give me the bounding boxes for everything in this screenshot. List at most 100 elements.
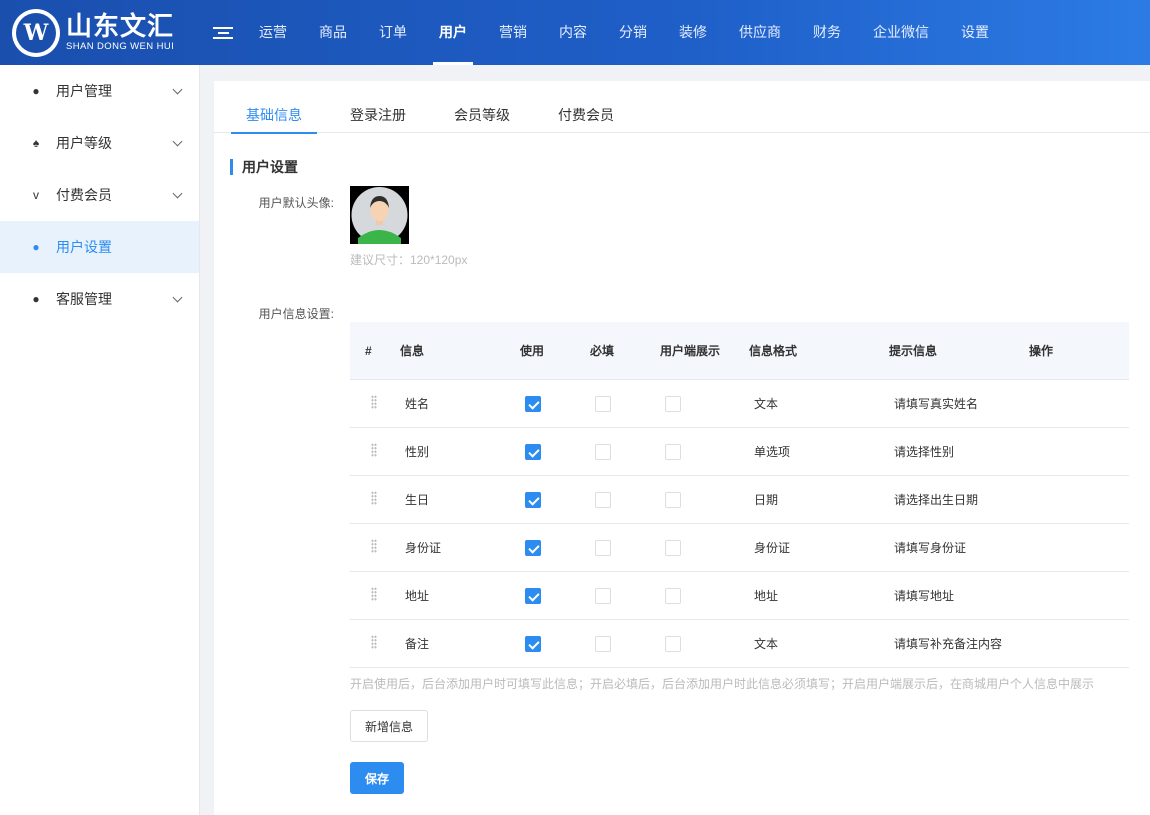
topnav-item[interactable]: 装修 <box>663 0 723 65</box>
user-info-table: # 信息 使用 必填 用户端展示 信息格式 提示信息 操作 姓名 文本 请填写真实姓… <box>350 322 1129 668</box>
top-nav: 运营 商品 订单 用户 营销 内容 分销 装修 供应商 财务 企业微信 设置 <box>243 0 1005 65</box>
info-settings-label: 用户信息设置: <box>258 307 334 321</box>
col-action: 操作 <box>1029 344 1054 358</box>
required-checkbox[interactable] <box>595 491 611 508</box>
save-button[interactable]: 保存 <box>350 762 404 794</box>
info-format: 文本 <box>754 637 779 651</box>
col-user-display: 用户端展示 <box>660 344 721 358</box>
chevron-down-icon <box>172 188 183 198</box>
topnav-item[interactable]: 供应商 <box>723 0 797 65</box>
tab[interactable]: 付费会员 <box>543 99 629 133</box>
drag-handle-icon[interactable] <box>371 395 377 409</box>
sidebar-item-label: 用户等级 <box>56 135 112 151</box>
chevron-down-icon <box>172 136 183 146</box>
chevron-down-icon <box>172 84 183 94</box>
user-display-checkbox[interactable] <box>665 539 681 556</box>
table-row: 性别 单选项 请选择性别 <box>350 428 1129 476</box>
sidebar-item[interactable]: ● 用户设置 <box>0 221 199 273</box>
sidebar-item[interactable]: ● 客服管理 <box>0 273 199 325</box>
chat-icon: ● <box>32 292 40 306</box>
table-body: 姓名 文本 请填写真实姓名 性别 单选项 请选择性别 生日 日期 请选择出生日期 身份证 身份证 请填… <box>350 380 1129 668</box>
avatar-label: 用户默认头像: <box>258 196 334 210</box>
table-row: 备注 文本 请填写补充备注内容 <box>350 620 1129 668</box>
sidebar-item[interactable]: ♠ 用户等级 <box>0 117 199 169</box>
topnav-item[interactable]: 用户 <box>423 0 483 65</box>
table-header: # 信息 使用 必填 用户端展示 信息格式 提示信息 操作 <box>350 322 1129 380</box>
chevron-down-icon <box>172 292 183 302</box>
required-checkbox[interactable] <box>595 395 611 412</box>
info-name: 性别 <box>405 445 430 459</box>
user-icon: ● <box>32 84 40 98</box>
info-tip: 请选择出生日期 <box>894 493 979 507</box>
main-panel: 基础信息 登录注册 会员等级 付费会员 用户设置 用户默认头像: 建议尺寸：120*1… <box>214 81 1150 815</box>
settings-tabs: 基础信息 登录注册 会员等级 付费会员 <box>214 99 1150 134</box>
required-checkbox[interactable] <box>595 539 611 556</box>
required-checkbox[interactable] <box>595 587 611 604</box>
use-checkbox[interactable] <box>525 635 541 652</box>
info-tip: 请填写补充备注内容 <box>894 637 1003 651</box>
col-format: 信息格式 <box>749 344 798 358</box>
use-checkbox[interactable] <box>525 443 541 460</box>
topnav-item[interactable]: 内容 <box>543 0 603 65</box>
drag-handle-icon[interactable] <box>371 539 377 553</box>
user-display-checkbox[interactable] <box>665 395 681 412</box>
palette-icon: ● <box>32 240 40 254</box>
use-checkbox[interactable] <box>525 395 541 412</box>
user-display-checkbox[interactable] <box>665 635 681 652</box>
user-display-checkbox[interactable] <box>665 587 681 604</box>
topnav-item[interactable]: 分销 <box>603 0 663 65</box>
rank-icon: ♠ <box>32 136 40 150</box>
use-checkbox[interactable] <box>525 539 541 556</box>
table-row: 身份证 身份证 请填写身份证 <box>350 524 1129 572</box>
user-display-checkbox[interactable] <box>665 491 681 508</box>
topnav-item[interactable]: 运营 <box>243 0 303 65</box>
topnav-item[interactable]: 设置 <box>945 0 1005 65</box>
tab[interactable]: 会员等级 <box>439 99 525 133</box>
sidebar-item[interactable]: ● 用户管理 <box>0 65 199 117</box>
logo-mark-icon: W <box>12 8 60 57</box>
vip-icon: v <box>33 188 39 202</box>
topnav-item[interactable]: 营销 <box>483 0 543 65</box>
info-format: 日期 <box>754 493 779 507</box>
logo-title: 山东文汇 <box>66 11 175 42</box>
info-name: 身份证 <box>405 541 442 555</box>
sidebar-item[interactable]: v 付费会员 <box>0 169 199 221</box>
col-tip: 提示信息 <box>889 344 938 358</box>
drag-handle-icon[interactable] <box>371 587 377 601</box>
col-required: 必填 <box>590 344 615 358</box>
info-tip: 请选择性别 <box>894 445 955 459</box>
info-tip: 请填写身份证 <box>894 541 967 555</box>
user-display-checkbox[interactable] <box>665 443 681 460</box>
table-note: 开启使用后，后台添加用户时可填写此信息；开启必填后，后台添加用户时此信息必须填写… <box>350 677 1095 691</box>
table-row: 地址 地址 请填写地址 <box>350 572 1129 620</box>
use-checkbox[interactable] <box>525 587 541 604</box>
topnav-item[interactable]: 财务 <box>797 0 857 65</box>
drag-handle-icon[interactable] <box>371 443 377 457</box>
brand-logo[interactable]: W 山东文汇 SHAN DONG WEN HUI <box>0 0 200 65</box>
topnav-item[interactable]: 订单 <box>363 0 423 65</box>
drag-handle-icon[interactable] <box>371 491 377 505</box>
topnav-item[interactable]: 商品 <box>303 0 363 65</box>
info-format: 文本 <box>754 397 779 411</box>
info-name: 备注 <box>405 637 430 651</box>
info-tip: 请填写真实姓名 <box>894 397 979 411</box>
sidebar-item-label: 付费会员 <box>56 187 112 203</box>
menu-collapse-icon[interactable] <box>213 24 233 42</box>
required-checkbox[interactable] <box>595 635 611 652</box>
info-name: 地址 <box>405 589 430 603</box>
col-index: # <box>365 343 372 358</box>
tab[interactable]: 基础信息 <box>231 99 317 134</box>
tab[interactable]: 登录注册 <box>335 99 421 133</box>
use-checkbox[interactable] <box>525 491 541 508</box>
info-format: 身份证 <box>754 541 791 555</box>
section-title: 用户设置 <box>230 159 298 175</box>
info-tip: 请填写地址 <box>894 589 955 603</box>
sidebar: ● 用户管理 ♠ 用户等级 v 付费会员 ● 用户设置 ● 客服管理 <box>0 65 200 815</box>
sidebar-item-label: 用户管理 <box>56 83 112 99</box>
default-avatar[interactable] <box>350 186 409 244</box>
topnav-item[interactable]: 企业微信 <box>857 0 945 65</box>
add-info-button[interactable]: 新增信息 <box>350 710 428 742</box>
required-checkbox[interactable] <box>595 443 611 460</box>
drag-handle-icon[interactable] <box>371 635 377 649</box>
sidebar-item-label: 客服管理 <box>56 291 112 307</box>
